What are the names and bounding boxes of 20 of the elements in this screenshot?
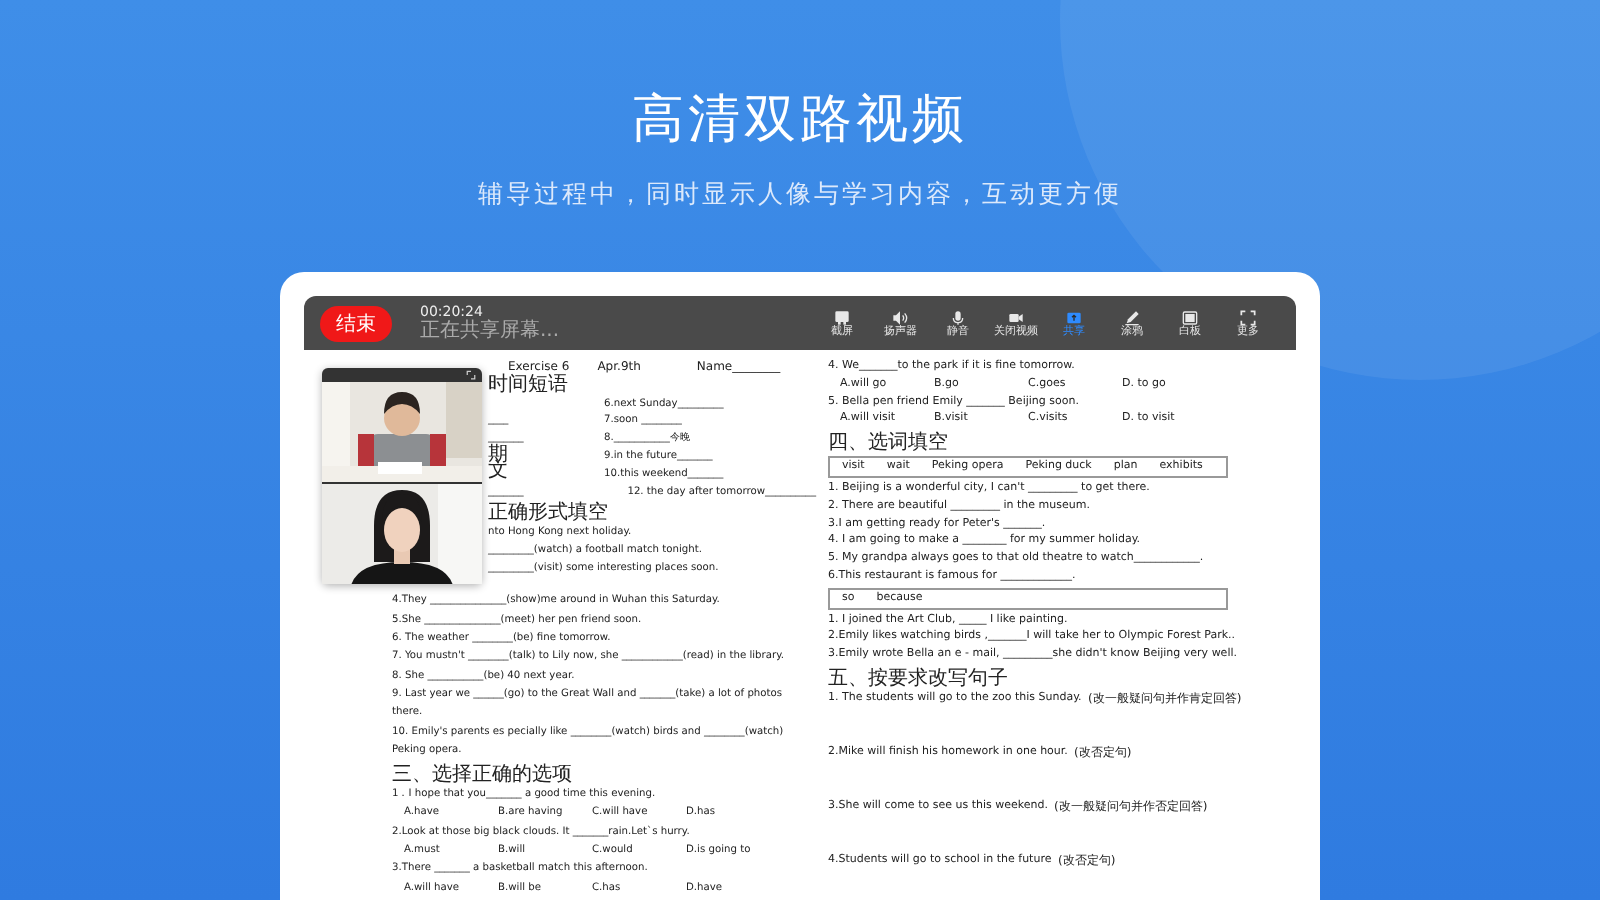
share-screen-icon [1065, 309, 1081, 325]
speaker-icon [891, 309, 907, 325]
subheadline: 辅导过程中，同时显示人像与学习内容，互动更方便 [478, 178, 1122, 212]
microphone-icon [949, 309, 965, 325]
end-button[interactable]: 结束 [320, 305, 392, 341]
sharing-status: 正在共享屏幕... [420, 321, 560, 341]
section-heading: 五、按要求改写句子 [828, 667, 1010, 690]
pen-icon [1123, 309, 1139, 325]
whiteboard-icon [1181, 309, 1197, 325]
screenshot-icon [833, 309, 849, 325]
section-heading: 正确形式填空 [486, 501, 610, 524]
section-heading: 四、选词填空 [828, 432, 950, 455]
fullscreen-icon [1239, 309, 1255, 325]
headline: 高清双路视频 [632, 88, 968, 154]
section-heading: 三、选择正确的选项 [392, 764, 574, 787]
expand-icon[interactable] [466, 370, 476, 380]
video-camera-icon [1007, 309, 1023, 325]
exercise-text: 期 [488, 443, 508, 466]
exercise-text: 文 [488, 460, 508, 483]
exercise-text: 时间短语 [488, 373, 568, 395]
